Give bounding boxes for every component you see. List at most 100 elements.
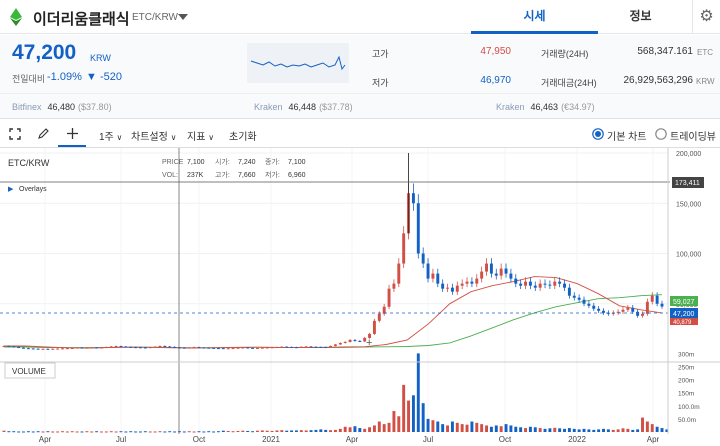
ohlc-vol-label: VOL: xyxy=(162,172,178,179)
volume-bar xyxy=(294,430,298,432)
candle-body xyxy=(139,347,142,349)
candle-body xyxy=(153,346,157,348)
volume-bar xyxy=(285,430,289,432)
chart-toolbar: 1주 ∨ 차트설정 ∨ 지표 ∨ 초기화 기본 차트 트레이딩뷰 xyxy=(0,120,720,148)
reset-button[interactable]: 초기화 xyxy=(229,128,257,143)
candle-body xyxy=(26,348,30,350)
volume-bar xyxy=(407,400,411,432)
candle-body xyxy=(411,193,415,204)
volume-bar xyxy=(587,429,591,432)
candle-body xyxy=(36,348,40,350)
price-chart[interactable]: 200,000150,000100,00050,000300m250m200m1… xyxy=(0,148,720,446)
candle-body xyxy=(41,348,45,350)
candle-body xyxy=(572,295,576,298)
pencil-icon[interactable] xyxy=(37,127,50,140)
exchange-item: Kraken 46,448 ($37.78) xyxy=(254,102,353,112)
volume-bar xyxy=(494,425,498,432)
candle-body xyxy=(309,346,313,348)
volume-bar xyxy=(275,430,279,432)
candle-body xyxy=(290,346,294,348)
volume-bar xyxy=(470,421,474,432)
ohlc-vol-value: 237K xyxy=(187,172,204,179)
candle-body xyxy=(163,345,167,347)
gear-icon[interactable]: ⚙ xyxy=(692,0,720,34)
candle-body xyxy=(236,347,240,349)
volume-bar xyxy=(475,422,479,432)
volume-bar xyxy=(392,411,396,432)
volume-bar xyxy=(290,430,294,432)
indicators-menu[interactable]: 지표 ∨ xyxy=(187,128,214,143)
candle-body xyxy=(251,347,255,349)
exchange-prices: Bitfinex 46,480 ($37.80) Kraken 46,448 ($37.… xyxy=(0,93,720,119)
candle-body xyxy=(100,347,103,349)
crosshair-icon[interactable] xyxy=(66,127,79,140)
period-select[interactable]: 1주 ∨ xyxy=(99,128,122,143)
candle-body xyxy=(597,308,601,311)
chevron-down-icon[interactable] xyxy=(178,14,188,20)
volume-bar xyxy=(212,431,216,433)
exchange-price: 46,448 xyxy=(288,102,317,112)
tradingview-option[interactable]: 트레이딩뷰 xyxy=(670,128,716,143)
volume-bar xyxy=(558,428,562,432)
candle-body xyxy=(338,342,342,345)
candle-body xyxy=(61,348,64,350)
overlays-caret-icon[interactable]: ▶ xyxy=(8,186,14,193)
volume-bar xyxy=(524,428,527,432)
candle-body xyxy=(255,347,259,349)
time-tick-label: Oct xyxy=(499,435,512,444)
volume-bar xyxy=(489,426,493,432)
candle-body xyxy=(7,345,11,347)
candle-body xyxy=(631,307,635,312)
candle-body xyxy=(475,278,479,284)
volume-bar xyxy=(338,428,342,432)
fullscreen-icon[interactable] xyxy=(9,128,21,140)
ohlc-low-value: 6,960 xyxy=(288,172,306,179)
chart-settings-menu[interactable]: 차트설정 ∨ xyxy=(131,128,176,143)
volume-bar xyxy=(548,428,552,432)
radio-unselected-icon[interactable] xyxy=(655,128,667,140)
volume-bar xyxy=(636,429,640,432)
indicators-label: 지표 xyxy=(187,132,206,143)
candle-body xyxy=(343,341,347,343)
candle-body xyxy=(421,253,425,264)
candle-body xyxy=(192,347,196,349)
basic-chart-option[interactable]: 기본 차트 xyxy=(607,128,647,143)
volume-bar xyxy=(221,430,225,432)
volume-bar xyxy=(631,429,635,432)
volume-bar xyxy=(455,422,459,432)
candle-body xyxy=(197,347,201,349)
radio-selected-icon[interactable] xyxy=(592,128,604,140)
volume-bar xyxy=(299,430,303,432)
volume-bar xyxy=(207,431,211,433)
volume-bar xyxy=(216,431,220,433)
time-tick-label: Apr xyxy=(647,435,660,444)
volume-bar xyxy=(606,429,610,432)
candle-body xyxy=(519,283,523,286)
coin-pair: ETC/KRW xyxy=(132,12,178,23)
candle-body xyxy=(260,347,264,349)
overlays-toggle[interactable]: Overlays xyxy=(19,186,47,193)
volume-bar xyxy=(65,431,69,433)
candle-body xyxy=(558,281,562,284)
candle-body xyxy=(65,348,69,350)
ohlc-open-label: 시가: xyxy=(215,157,230,166)
low-value: 46,970 xyxy=(480,75,511,86)
candle-body xyxy=(31,348,35,350)
volume-bar xyxy=(168,431,172,433)
candle-body xyxy=(178,347,181,349)
price-tick-label: 150,000 xyxy=(676,201,701,208)
candle-body xyxy=(553,281,557,286)
candle-body xyxy=(285,346,289,348)
tab-quote[interactable]: 시세 xyxy=(471,0,598,34)
candle-body xyxy=(51,348,55,350)
volume-bar xyxy=(572,428,576,432)
chart-canvas[interactable]: 200,000150,000100,00050,000300m250m200m1… xyxy=(0,148,720,446)
candle-body xyxy=(148,347,152,349)
candle-body xyxy=(241,347,245,349)
tab-info[interactable]: 정보 xyxy=(598,0,683,34)
volume-bar xyxy=(231,431,235,433)
volume-bar xyxy=(611,429,615,432)
amount-value: 26,929,563,296 xyxy=(623,75,693,86)
volume-bar xyxy=(270,430,274,432)
time-tick-label: 2022 xyxy=(568,435,586,444)
